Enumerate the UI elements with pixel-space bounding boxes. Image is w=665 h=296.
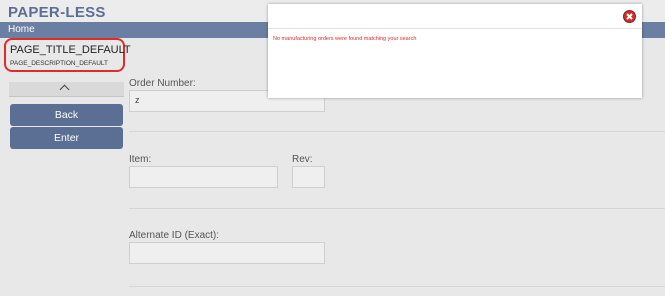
section-divider bbox=[129, 208, 665, 209]
item-label: Item: bbox=[129, 154, 152, 165]
alternate-id-label: Alternate ID (Exact): bbox=[129, 230, 220, 241]
page-description: PAGE_DESCRIPTION_DEFAULT bbox=[10, 60, 109, 67]
close-icon[interactable] bbox=[623, 10, 636, 23]
dialog-header bbox=[268, 4, 642, 29]
rev-label: Rev: bbox=[292, 154, 313, 165]
enter-button[interactable]: Enter bbox=[10, 127, 123, 149]
page-header: PAGE_TITLE_DEFAULT PAGE_DESCRIPTION_DEFA… bbox=[4, 38, 131, 72]
item-input[interactable] bbox=[129, 166, 278, 188]
brand-logo: PAPER-LESS bbox=[8, 4, 106, 21]
section-divider bbox=[129, 286, 665, 287]
error-message: No manufacturing orders were found match… bbox=[273, 36, 417, 42]
chevron-up-icon bbox=[59, 84, 70, 95]
back-button[interactable]: Back bbox=[10, 104, 123, 126]
section-divider bbox=[129, 131, 665, 132]
order-number-label: Order Number: bbox=[129, 78, 196, 89]
alert-dialog: No manufacturing orders were found match… bbox=[268, 4, 642, 98]
rev-input[interactable] bbox=[292, 166, 325, 188]
collapse-button[interactable] bbox=[9, 82, 124, 97]
alternate-id-input[interactable] bbox=[129, 242, 325, 264]
nav-home-link[interactable]: Home bbox=[8, 24, 35, 35]
page-title: PAGE_TITLE_DEFAULT bbox=[10, 44, 131, 56]
